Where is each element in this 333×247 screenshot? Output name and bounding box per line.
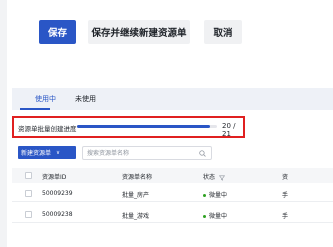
search-icon[interactable] xyxy=(199,150,206,157)
tab-unused[interactable]: 未使用 xyxy=(75,94,96,104)
table-header: 资源单ID 资源单名称 状态 资 xyxy=(12,168,333,183)
search-box[interactable] xyxy=(82,146,212,160)
table-row[interactable]: 50009239 批量_房产 微量中 手 xyxy=(12,185,333,202)
row-name: 批量_游戏 xyxy=(122,213,150,220)
cancel-button[interactable]: 取消 xyxy=(204,20,242,44)
column-header-name: 资源单名称 xyxy=(122,174,153,181)
row-checkbox[interactable] xyxy=(25,190,32,197)
progress-label: 资源单批量创建进度 xyxy=(18,125,77,133)
new-resource-label: 新建资源单 xyxy=(21,150,52,157)
row-id: 50009239 xyxy=(42,190,73,197)
status-dot-icon xyxy=(203,215,206,218)
column-header-status: 状态 xyxy=(203,172,225,181)
progress-bar xyxy=(77,125,217,128)
row-extra: 手 xyxy=(282,213,289,220)
progress-bar-fill xyxy=(77,125,210,128)
select-all-checkbox[interactable] xyxy=(25,172,32,179)
save-and-new-button[interactable]: 保存并继续新建资源单 xyxy=(88,20,190,44)
chevron-down-icon: ∨ xyxy=(56,149,61,156)
row-name: 批量_房产 xyxy=(122,192,150,199)
batch-progress-panel: 资源单批量创建进度 20 / 21 xyxy=(12,116,245,138)
tabs-bar: 使用中 未使用 xyxy=(12,88,333,110)
new-resource-button[interactable]: 新建资源单 ∨ xyxy=(18,146,76,159)
save-button[interactable]: 保存 xyxy=(39,20,76,44)
left-border-strip xyxy=(0,0,7,247)
active-tab-indicator xyxy=(20,108,50,110)
progress-count: 20 / 21 xyxy=(222,122,236,138)
column-header-id: 资源单ID xyxy=(42,174,67,181)
tab-in-use[interactable]: 使用中 xyxy=(35,94,56,104)
row-status: 微量中 xyxy=(203,190,227,199)
column-header-truncated: 资 xyxy=(282,174,289,181)
row-status: 微量中 xyxy=(203,211,227,220)
filter-icon[interactable] xyxy=(218,175,225,181)
search-input[interactable] xyxy=(87,148,187,158)
row-id: 50009238 xyxy=(42,211,73,218)
row-extra: 手 xyxy=(282,192,289,199)
table-row[interactable]: 50009238 批量_游戏 微量中 手 xyxy=(12,206,333,223)
status-dot-icon xyxy=(203,194,206,197)
row-checkbox[interactable] xyxy=(25,211,32,218)
